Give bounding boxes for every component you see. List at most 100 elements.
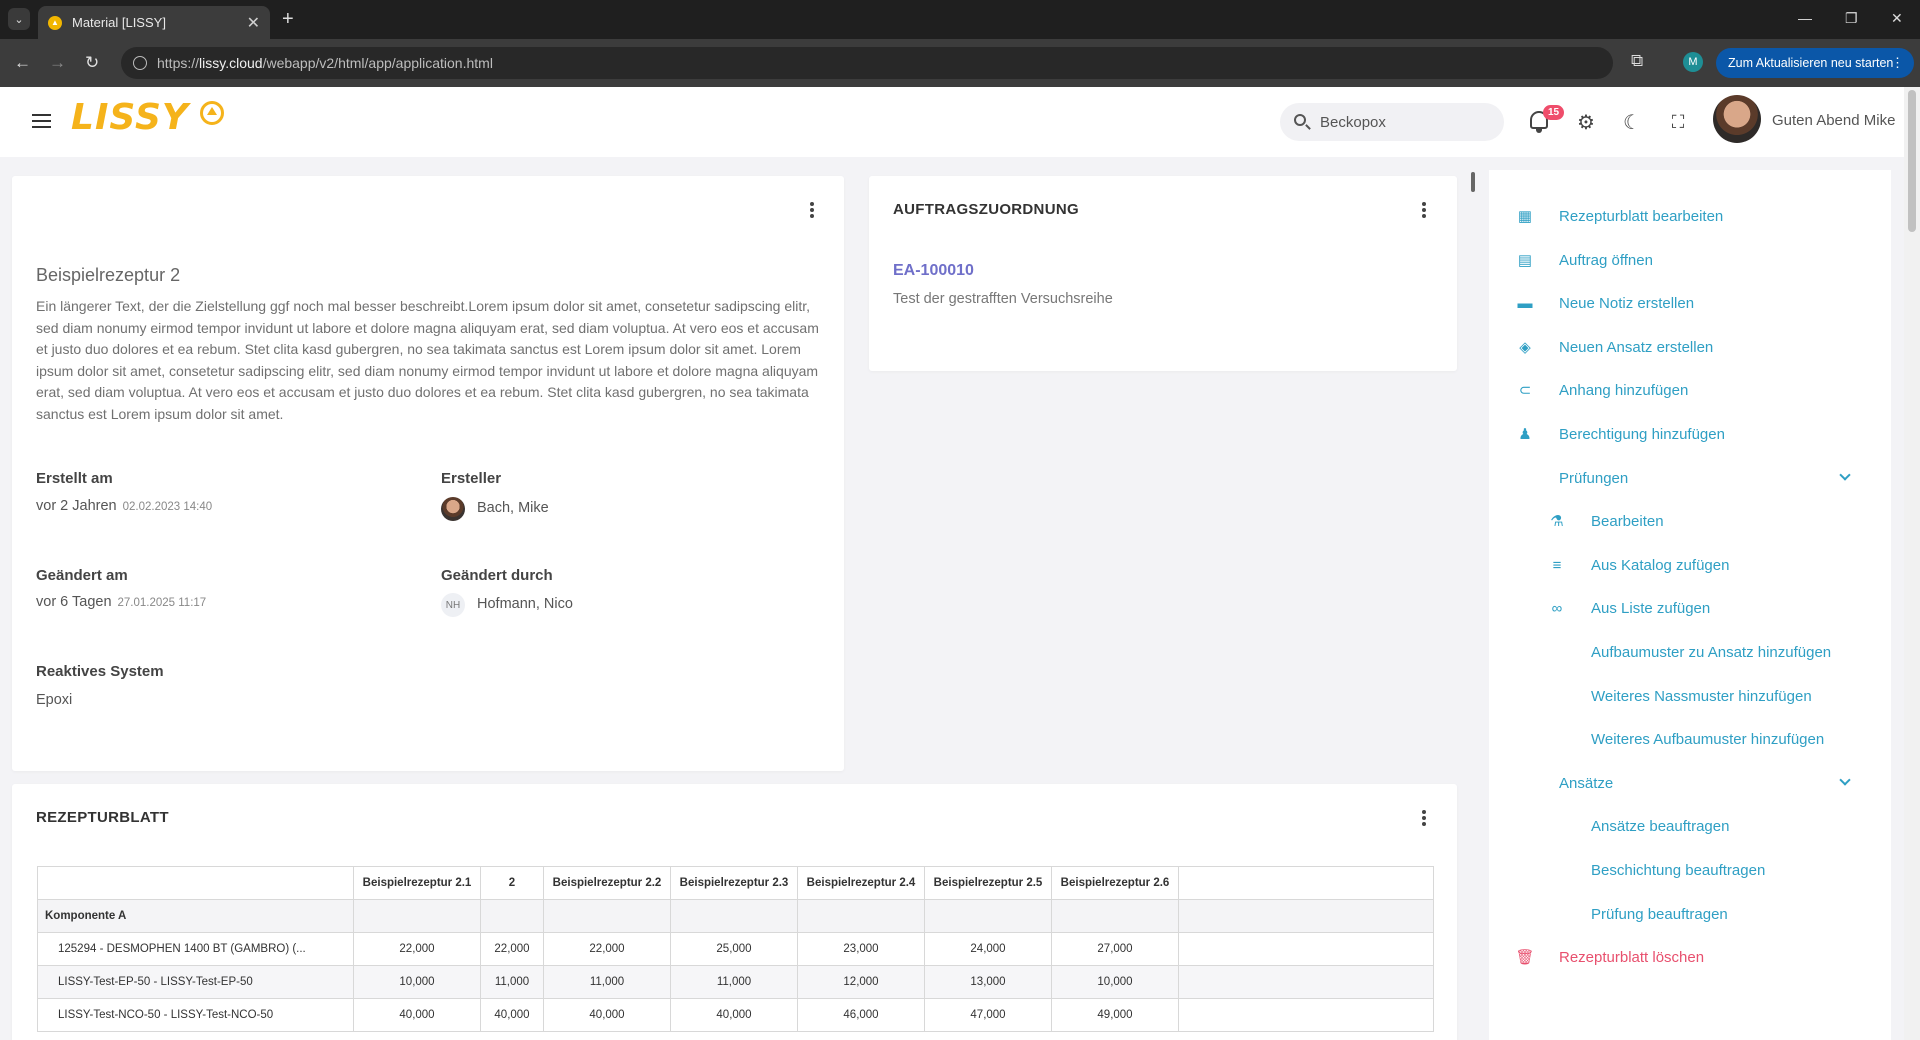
batches-chevron-down-icon[interactable] [1839, 774, 1851, 786]
table-cell[interactable]: 11,000 [480, 965, 544, 999]
table-header-cell[interactable]: Beispielrezeptur 2.5 [924, 866, 1052, 900]
table-cell[interactable]: 25,000 [670, 932, 798, 966]
tests-catalog-menu-item[interactable]: ≡ Aus Katalog zufügen [1547, 553, 1730, 577]
tests-section-toggle[interactable]: Prüfungen [1515, 466, 1628, 490]
delete-sheet-menu-item[interactable]: 🗑 Rezepturblatt löschen [1515, 945, 1704, 969]
table-cell[interactable]: 11,000 [543, 965, 671, 999]
lissy-logo[interactable]: LISSY [71, 97, 189, 138]
update-restart-button[interactable]: Zum Aktualisieren neu starten ⋮ [1716, 48, 1914, 78]
window-close-icon[interactable]: ✕ [1891, 10, 1903, 27]
new-note-menu-item[interactable]: ▬ Neue Notiz erstellen [1515, 291, 1695, 315]
table-header-cell[interactable]: 2 [480, 866, 544, 900]
table-cell[interactable]: 46,000 [797, 998, 925, 1032]
created-label: Erstellt am [36, 470, 113, 487]
creator-avatar [441, 497, 465, 521]
add-attachment-menu-item[interactable]: ⊂ Anhang hinzufügen [1515, 378, 1689, 402]
table-header-cell[interactable]: Beispielrezeptur 2.4 [797, 866, 925, 900]
table-cell[interactable]: 27,000 [1051, 932, 1179, 966]
table-row[interactable]: LISSY-Test-NCO-50 - LISSY-Test-NCO-50 40… [37, 998, 1434, 1032]
table-cell[interactable]: 11,000 [670, 965, 798, 999]
order-coating-spacer [1547, 860, 1567, 880]
table-cell[interactable]: 12,000 [797, 965, 925, 999]
order-link[interactable]: EA-100010 [893, 262, 974, 280]
table-cell[interactable]: 22,000 [353, 932, 481, 966]
table-cell[interactable]: 23,000 [797, 932, 925, 966]
component-name: LISSY-Test-EP-50 - LISSY-Test-EP-50 [37, 965, 354, 999]
order-test-spacer [1547, 904, 1567, 924]
table-cell[interactable]: 22,000 [480, 932, 544, 966]
tests-edit-menu-item[interactable]: ⚗ Bearbeiten [1547, 509, 1663, 533]
order-card-title: AUFTRAGSZUORDNUNG [893, 201, 1079, 218]
table-group-row: Komponente A [37, 899, 1434, 933]
table-cell[interactable]: 10,000 [353, 965, 481, 999]
flask-icon: ⚗ [1550, 513, 1564, 530]
table-header-cell [1178, 866, 1434, 900]
table-cell[interactable]: 13,000 [924, 965, 1052, 999]
order-test-menu-item[interactable]: Prüfung beauftragen [1547, 902, 1728, 926]
table-header-cell[interactable]: Beispielrezeptur 2.6 [1051, 866, 1179, 900]
order-assignment-card: AUFTRAGSZUORDNUNG EA-100010 Test der ges… [869, 176, 1457, 371]
logo-mark-icon [200, 101, 224, 125]
minimize-icon[interactable]: — [1798, 10, 1812, 26]
table-header-cell[interactable]: Beispielrezeptur 2.3 [670, 866, 798, 900]
table-row[interactable]: LISSY-Test-EP-50 - LISSY-Test-EP-50 10,0… [37, 965, 1434, 999]
browser-tab[interactable]: ▲ Material [LISSY] ✕ [38, 6, 270, 39]
search-input[interactable] [1320, 113, 1490, 131]
open-order-menu-item[interactable]: ▤ Auftrag öffnen [1515, 248, 1653, 272]
table-header-cell[interactable]: Beispielrezeptur 2.1 [353, 866, 481, 900]
browser-menu-icon[interactable]: ⋮ [1891, 55, 1904, 71]
table-cell[interactable]: 10,000 [1051, 965, 1179, 999]
user-greeting: Guten Abend Mike [1772, 112, 1896, 129]
page-scrollbar-thumb[interactable] [1908, 90, 1916, 232]
table-cell[interactable]: 40,000 [543, 998, 671, 1032]
address-bar[interactable]: https://lissy.cloud/webapp/v2/html/app/a… [121, 47, 1613, 79]
table-cell[interactable]: 49,000 [1051, 998, 1179, 1032]
hamburger-menu-icon[interactable] [32, 114, 51, 128]
order-coating-menu-item[interactable]: Beschichtung beauftragen [1547, 858, 1765, 882]
table-row[interactable]: 125294 - DESMOPHEN 1400 BT (GAMBRO) (...… [37, 932, 1434, 966]
dark-mode-moon-icon[interactable]: ☾ [1619, 109, 1645, 135]
table-cell[interactable]: 24,000 [924, 932, 1052, 966]
new-batch-menu-item[interactable]: ◈ Neuen Ansatz erstellen [1515, 335, 1713, 359]
new-tab-plus-icon[interactable]: + [282, 9, 294, 29]
notification-count-badge: 15 [1543, 105, 1564, 120]
table-cell[interactable]: 47,000 [924, 998, 1052, 1032]
site-info-icon[interactable] [133, 56, 147, 70]
creator-label: Ersteller [441, 470, 502, 487]
add-more-build-pattern-menu-item[interactable]: Weiteres Aufbaumuster hinzufügen [1547, 727, 1824, 751]
tests-list-menu-item[interactable]: ∞ Aus Liste zufügen [1547, 596, 1711, 620]
tab-close-icon[interactable]: ✕ [247, 13, 260, 33]
add-build-pattern-menu-item[interactable]: Aufbaumuster zu Ansatz hinzufügen [1547, 640, 1831, 664]
settings-gear-icon[interactable]: ⚙ [1573, 109, 1599, 135]
tab-search-chevron-icon[interactable]: ⌄ [8, 8, 30, 30]
add-wet-pattern-menu-item[interactable]: Weiteres Nassmuster hinzufügen [1547, 684, 1812, 708]
table-cell[interactable]: 40,000 [353, 998, 481, 1032]
search-bar[interactable] [1280, 103, 1504, 141]
table-header-cell [37, 866, 354, 900]
content-scrollbar[interactable] [1471, 172, 1475, 192]
recipe-description: Ein längerer Text, der die Zielstellung … [36, 298, 819, 422]
restore-icon[interactable]: ❐ [1845, 10, 1858, 27]
back-arrow-icon[interactable]: ← [14, 53, 31, 73]
build-pattern-spacer [1547, 642, 1567, 662]
edit-sheet-menu-item[interactable]: ▦ Rezepturblatt bearbeiten [1515, 204, 1723, 228]
order-batches-menu-item[interactable]: Ansätze beauftragen [1547, 814, 1729, 838]
recipe-card-more-icon[interactable] [810, 202, 814, 218]
fullscreen-icon[interactable]: ⛶ [1665, 109, 1691, 135]
order-card-more-icon[interactable] [1422, 202, 1426, 218]
reload-icon[interactable]: ↻ [85, 53, 99, 73]
forward-arrow-icon[interactable]: → [49, 53, 66, 73]
table-cell[interactable]: 40,000 [480, 998, 544, 1032]
user-avatar[interactable] [1713, 95, 1761, 143]
sheet-card-more-icon[interactable] [1422, 810, 1426, 826]
table-header-cell[interactable]: Beispielrezeptur 2.2 [543, 866, 671, 900]
profile-avatar[interactable]: M [1683, 52, 1703, 72]
extensions-puzzle-icon[interactable]: ⧉ [1631, 51, 1643, 71]
batches-section-toggle[interactable]: Ansätze [1515, 771, 1613, 795]
note-icon: ▬ [1517, 294, 1533, 312]
clipboard-icon: ▤ [1517, 252, 1533, 269]
tests-chevron-down-icon[interactable] [1839, 469, 1851, 481]
add-permission-menu-item[interactable]: ♟ Berechtigung hinzufügen [1515, 422, 1725, 446]
table-cell[interactable]: 22,000 [543, 932, 671, 966]
table-cell[interactable]: 40,000 [670, 998, 798, 1032]
